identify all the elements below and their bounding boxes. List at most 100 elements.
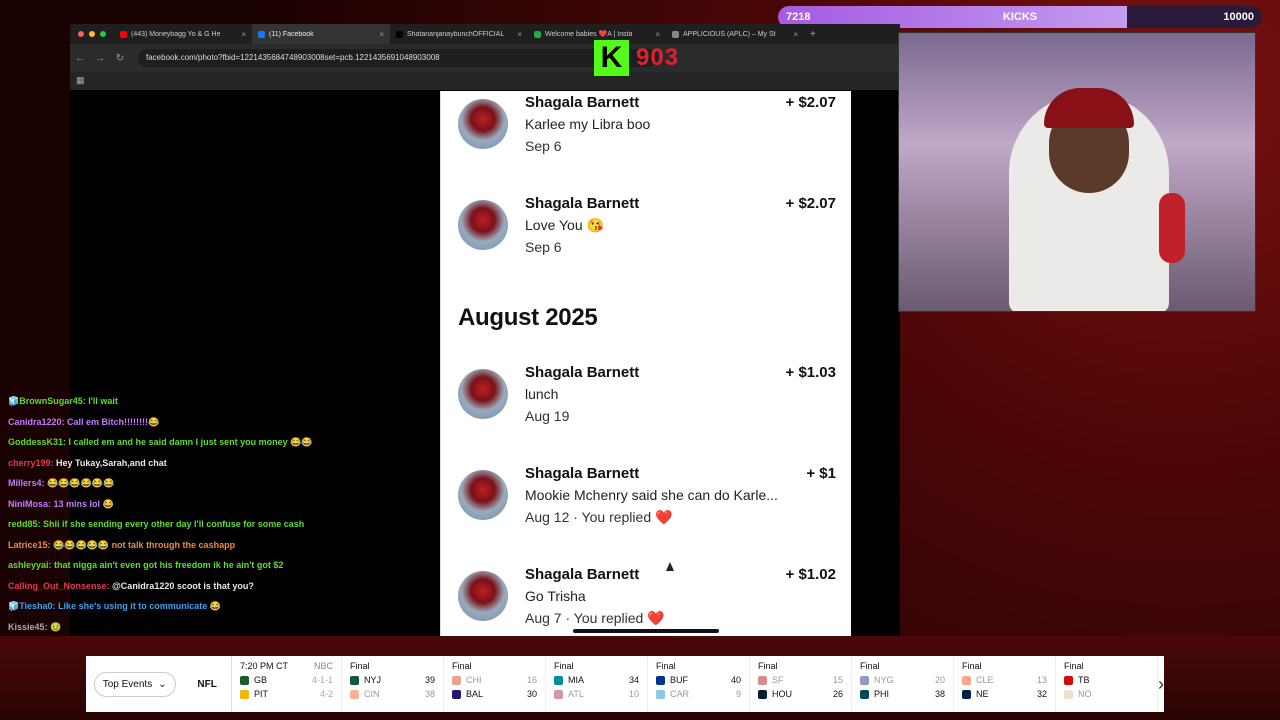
chat-text: Hey Tukay,Sarah,and chat	[53, 457, 167, 468]
browser-tab[interactable]: ShatarianjanaybunchOFFICIAL ×	[390, 24, 528, 44]
chat-username[interactable]: NiniMosa:	[8, 499, 51, 509]
team: ATL	[554, 689, 584, 699]
team-logo-icon	[452, 675, 461, 685]
team: MIA	[554, 675, 584, 685]
team-abbr: GB	[254, 675, 268, 685]
game-status-text: Final	[1064, 661, 1084, 671]
game-status-text: Final	[860, 661, 880, 671]
transaction-row[interactable]: Shagala Barnett Mookie Mchenry said she c…	[458, 465, 836, 535]
team-logo-icon	[1064, 675, 1073, 685]
game-score[interactable]: Final TB NO	[1056, 656, 1158, 712]
sender-avatar[interactable]	[458, 200, 508, 250]
game-score[interactable]: Final NYG 20 PHI 38	[852, 656, 954, 712]
chat-username[interactable]: GoddessK31:	[8, 437, 66, 447]
chat-username[interactable]: ashleyyai:	[8, 560, 52, 570]
tab-close-icon[interactable]: ×	[655, 30, 660, 39]
team-score: 34	[628, 675, 639, 685]
team-score: 20	[934, 675, 945, 685]
team-logo-icon	[860, 689, 869, 699]
team-row: PHI 38	[860, 689, 945, 699]
tab-bar: (443) Moneybagg Yo & G He × (11) Facebook ×…	[70, 24, 900, 44]
tab-favicon-icon	[396, 30, 403, 38]
team-logo-icon	[656, 675, 665, 685]
sender-avatar[interactable]	[458, 99, 508, 149]
chat-message: NiniMosa: 13 mins lol 😂	[8, 499, 438, 510]
back-icon[interactable]: ←	[70, 53, 90, 64]
team-logo-icon	[1064, 689, 1073, 699]
sender-avatar[interactable]	[458, 470, 508, 520]
forward-icon[interactable]: →	[90, 53, 110, 64]
sender-avatar[interactable]	[458, 571, 508, 621]
close-window-icon[interactable]	[78, 31, 84, 37]
chat-username[interactable]: Canidra1220:	[8, 417, 65, 427]
chat-message: Kissie45: 🤢	[8, 622, 438, 633]
browser-tab[interactable]: (11) Facebook ×	[252, 24, 390, 44]
browser-tab[interactable]: (443) Moneybagg Yo & G He ×	[114, 24, 252, 44]
transaction-row[interactable]: Shagala Barnett Karlee my Libra boo Sep 6 +…	[458, 94, 836, 164]
chat-username[interactable]: 🧊Tiesha0:	[8, 601, 56, 611]
game-score[interactable]: Final SF 15 HOU 26	[750, 656, 852, 712]
sender-avatar[interactable]	[458, 369, 508, 419]
browser-tab[interactable]: APPLICIOUS (APLC) – My St ×	[666, 24, 804, 44]
chat-username[interactable]: Calling_Out_Nonsense:	[8, 581, 110, 591]
transaction-date: Aug 7 · You replied ❤️	[525, 610, 665, 626]
chat-text: that nigga ain't even got his freedom ik…	[51, 560, 284, 570]
apps-grid-icon[interactable]: ▦	[76, 75, 85, 86]
transaction-row[interactable]: Shagala Barnett lunch Aug 19 + $1.03	[458, 364, 836, 434]
game-status: Final	[350, 661, 435, 671]
team-score: 30	[526, 689, 537, 699]
team-logo-icon	[350, 675, 359, 685]
transaction-amount: + $2.07	[785, 94, 836, 111]
chat-username[interactable]: Millers4:	[8, 478, 45, 488]
transaction-row[interactable]: Shagala Barnett Love You 😘 Sep 6 + $2.07	[458, 195, 836, 265]
chevron-right-icon[interactable]: ›	[1158, 656, 1164, 712]
chat-username[interactable]: redd85:	[8, 519, 41, 529]
chat-text: Shii if she sending every other day I'll…	[40, 519, 305, 529]
game-score[interactable]: 7:20 PM CT NBC GB 4-1-1 PIT 4-2	[232, 656, 342, 712]
game-score[interactable]: Final CHI 16 BAL 30	[444, 656, 546, 712]
team: CAR	[656, 689, 689, 699]
team-logo-icon	[758, 689, 767, 699]
tab-close-icon[interactable]: ×	[379, 30, 384, 39]
transaction-message: lunch	[525, 386, 559, 402]
events-selector[interactable]: Top Events ⌄	[86, 656, 183, 712]
chat-username[interactable]: Latrice15:	[8, 540, 51, 550]
game-status: Final	[1064, 661, 1149, 671]
chat-overlay: 🧊BrownSugar45: I'll wait Canidra1220: Cal…	[0, 396, 440, 636]
team-score: 4-1-1	[311, 675, 333, 685]
game-status-text: Final	[452, 661, 472, 671]
sender-name: Shagala Barnett	[525, 94, 640, 111]
tab-title: ShatarianjanaybunchOFFICIAL	[407, 30, 505, 38]
chat-username[interactable]: cherry199:	[8, 458, 54, 468]
chat-username[interactable]: Kissie45:	[8, 622, 48, 632]
tab-close-icon[interactable]: ×	[241, 30, 246, 39]
team-abbr: CHI	[466, 675, 482, 685]
events-dropdown[interactable]: Top Events ⌄	[93, 671, 176, 697]
scroll-indicator[interactable]	[573, 629, 719, 633]
transaction-row[interactable]: Shagala Barnett Go Trisha Aug 7 · You repl…	[458, 566, 836, 636]
team-logo-icon	[240, 689, 249, 699]
team: BAL	[452, 689, 483, 699]
league-label[interactable]: NFL	[183, 656, 232, 712]
new-tab-icon[interactable]: +	[810, 29, 816, 40]
game-score[interactable]: Final CLE 13 NE 32	[954, 656, 1056, 712]
team-row: NYJ 39	[350, 675, 435, 685]
address-bar-row: ← → ↻ facebook.com/photo?fbid=1221435684…	[70, 44, 900, 72]
tab-close-icon[interactable]: ×	[793, 30, 798, 39]
tab-favicon-icon	[258, 30, 265, 38]
bookmarks-bar: ▦	[70, 72, 900, 90]
url-field[interactable]: facebook.com/photo?fbid=1221435684748903…	[138, 49, 658, 67]
game-score[interactable]: Final NYJ 39 CIN 38	[342, 656, 444, 712]
game-score[interactable]: Final MIA 34 ATL 10	[546, 656, 648, 712]
reload-icon[interactable]: ↻	[110, 53, 130, 64]
transaction-amount: + $1	[806, 465, 836, 482]
facebook-transactions-panel[interactable]: Shagala Barnett Karlee my Libra boo Sep 6 +…	[440, 91, 851, 636]
stream-stage: 7218 KICKS 10000 (443) Moneybagg Yo & G …	[0, 0, 1280, 720]
chat-username[interactable]: 🧊BrownSugar45:	[8, 396, 86, 406]
team-abbr: PIT	[254, 689, 269, 699]
maximize-window-icon[interactable]	[100, 31, 106, 37]
tab-close-icon[interactable]: ×	[517, 30, 522, 39]
chat-message: Latrice15: 😂😂😂😂😂 not talk through the ca…	[8, 540, 438, 551]
minimize-window-icon[interactable]	[89, 31, 95, 37]
game-score[interactable]: Final BUF 40 CAR 9	[648, 656, 750, 712]
